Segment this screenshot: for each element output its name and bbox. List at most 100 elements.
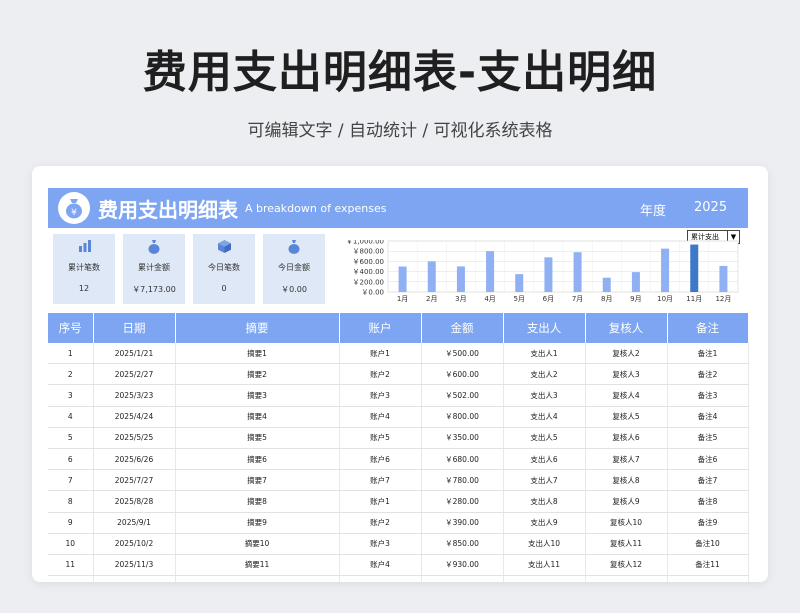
- table-cell[interactable]: ￥780.00: [421, 469, 504, 492]
- table-cell[interactable]: 支出人2: [503, 363, 586, 386]
- column-header[interactable]: 支出人: [503, 313, 586, 343]
- column-header[interactable]: 复核人: [585, 313, 668, 343]
- table-cell[interactable]: 摘要2: [175, 363, 340, 386]
- table-cell[interactable]: ￥930.00: [421, 554, 504, 577]
- column-header[interactable]: 金额: [421, 313, 504, 343]
- table-cell[interactable]: 支出人6: [503, 448, 586, 471]
- table-cell[interactable]: 11: [48, 554, 94, 577]
- table-cell[interactable]: 5: [48, 427, 94, 449]
- year-value[interactable]: 2025: [694, 200, 727, 215]
- table-cell[interactable]: ￥502.00: [421, 384, 504, 407]
- table-cell[interactable]: 2025/5/25: [93, 427, 176, 449]
- table-row[interactable]: 9 2025/9/1 摘要9 账户2 ￥390.00 支出人9 复核人10 备注9: [48, 512, 749, 534]
- table-cell[interactable]: 复核人8: [585, 469, 668, 492]
- table-cell[interactable]: ￥680.00: [421, 448, 504, 471]
- table-cell[interactable]: 摘要9: [175, 512, 340, 534]
- table-row[interactable]: 3 2025/3/23 摘要3 账户3 ￥502.00 支出人3 复核人4 备注3: [48, 384, 749, 407]
- column-header[interactable]: 摘要: [175, 313, 340, 343]
- table-cell[interactable]: 账户6: [339, 448, 422, 471]
- table-cell[interactable]: ￥350.00: [421, 427, 504, 449]
- table-cell[interactable]: 支出人4: [503, 406, 586, 428]
- table-cell[interactable]: 账户4: [339, 406, 422, 428]
- table-row[interactable]: 2 2025/2/27 摘要2 账户2 ￥600.00 支出人2 复核人3 备注2: [48, 363, 749, 386]
- column-header[interactable]: 账户: [339, 313, 422, 343]
- table-cell[interactable]: 账户5: [339, 427, 422, 449]
- table-cell[interactable]: 2: [48, 363, 94, 386]
- table-cell[interactable]: 账户7: [339, 469, 422, 492]
- table-row[interactable]: 8 2025/8/28 摘要8 账户1 ￥280.00 支出人8 复核人9 备注8: [48, 490, 749, 513]
- table-cell[interactable]: 复核人2: [585, 343, 668, 365]
- table-cell[interactable]: 备注3: [667, 384, 749, 407]
- table-cell[interactable]: 2025/8/28: [93, 490, 176, 513]
- table-cell[interactable]: 账户1: [339, 490, 422, 513]
- table-row[interactable]: 11 2025/11/3 摘要11 账户4 ￥930.00 支出人11 复核人12 备注11: [48, 554, 749, 577]
- table-cell[interactable]: 10: [48, 533, 94, 555]
- table-cell[interactable]: ￥800.00: [421, 406, 504, 428]
- table-cell[interactable]: 8: [48, 490, 94, 513]
- table-cell[interactable]: 复核人11: [585, 533, 668, 555]
- table-cell[interactable]: ￥280.00: [421, 490, 504, 513]
- table-cell[interactable]: 摘要12: [175, 575, 340, 582]
- table-cell[interactable]: 摘要1: [175, 343, 340, 365]
- table-cell[interactable]: 7: [48, 469, 94, 492]
- table-cell[interactable]: 支出人1: [503, 343, 586, 365]
- table-cell[interactable]: 支出人9: [503, 512, 586, 534]
- table-cell[interactable]: 支出人3: [503, 384, 586, 407]
- table-cell[interactable]: 复核人12: [585, 554, 668, 577]
- table-cell[interactable]: 2025/7/27: [93, 469, 176, 492]
- table-cell[interactable]: 备注2: [667, 363, 749, 386]
- table-cell[interactable]: 2025/6/26: [93, 448, 176, 471]
- column-header[interactable]: 备注: [667, 313, 749, 343]
- table-cell[interactable]: 复核人9: [585, 490, 668, 513]
- table-cell[interactable]: 9: [48, 512, 94, 534]
- table-cell[interactable]: 摘要10: [175, 533, 340, 555]
- table-cell[interactable]: 账户3: [339, 384, 422, 407]
- table-cell[interactable]: 备注12: [667, 575, 749, 582]
- table-cell[interactable]: 复核人5: [585, 406, 668, 428]
- table-cell[interactable]: 复核人3: [585, 363, 668, 386]
- table-cell[interactable]: 复核人13: [585, 575, 668, 582]
- table-cell[interactable]: 账户5: [339, 575, 422, 582]
- table-cell[interactable]: 摘要8: [175, 490, 340, 513]
- table-cell[interactable]: 2025/11/3: [93, 554, 176, 577]
- table-cell[interactable]: ￥600.00: [421, 363, 504, 386]
- table-cell[interactable]: 支出人12: [503, 575, 586, 582]
- table-cell[interactable]: 摘要4: [175, 406, 340, 428]
- table-cell[interactable]: 备注6: [667, 448, 749, 471]
- table-row[interactable]: 5 2025/5/25 摘要5 账户5 ￥350.00 支出人5 复核人6 备注5: [48, 427, 749, 449]
- table-cell[interactable]: 备注10: [667, 533, 749, 555]
- table-cell[interactable]: 账户2: [339, 363, 422, 386]
- table-cell[interactable]: 备注4: [667, 406, 749, 428]
- table-cell[interactable]: 备注11: [667, 554, 749, 577]
- table-cell[interactable]: 备注7: [667, 469, 749, 492]
- table-cell[interactable]: 摘要6: [175, 448, 340, 471]
- table-row[interactable]: 10 2025/10/2 摘要10 账户3 ￥850.00 支出人10 复核人11 备注10: [48, 533, 749, 555]
- table-cell[interactable]: 复核人10: [585, 512, 668, 534]
- table-cell[interactable]: 2025/1/21: [93, 343, 176, 365]
- table-cell[interactable]: 账户1: [339, 343, 422, 365]
- table-cell[interactable]: 3: [48, 384, 94, 407]
- table-cell[interactable]: 支出人7: [503, 469, 586, 492]
- table-row[interactable]: 6 2025/6/26 摘要6 账户6 ￥680.00 支出人6 复核人7 备注6: [48, 448, 749, 471]
- column-header[interactable]: 序号: [48, 313, 94, 343]
- table-cell[interactable]: 备注1: [667, 343, 749, 365]
- table-cell[interactable]: 复核人4: [585, 384, 668, 407]
- table-cell[interactable]: ￥850.00: [421, 533, 504, 555]
- table-cell[interactable]: 12: [48, 575, 94, 582]
- table-cell[interactable]: 账户3: [339, 533, 422, 555]
- table-cell[interactable]: 支出人11: [503, 554, 586, 577]
- table-cell[interactable]: 摘要7: [175, 469, 340, 492]
- table-cell[interactable]: 2025/2/27: [93, 363, 176, 386]
- table-row[interactable]: 122025/12/4摘要12账户5￥511.00支出人12复核人13备注12: [48, 575, 749, 582]
- table-cell[interactable]: 账户2: [339, 512, 422, 534]
- table-cell[interactable]: 账户4: [339, 554, 422, 577]
- table-cell[interactable]: 摘要11: [175, 554, 340, 577]
- table-cell[interactable]: 摘要3: [175, 384, 340, 407]
- table-row[interactable]: 1 2025/1/21 摘要1 账户1 ￥500.00 支出人1 复核人2 备注1: [48, 343, 749, 365]
- table-cell[interactable]: 支出人10: [503, 533, 586, 555]
- table-cell[interactable]: 摘要5: [175, 427, 340, 449]
- table-row[interactable]: 4 2025/4/24 摘要4 账户4 ￥800.00 支出人4 复核人5 备注4: [48, 406, 749, 428]
- table-cell[interactable]: 2025/12/4: [93, 575, 176, 582]
- table-cell[interactable]: ￥500.00: [421, 343, 504, 365]
- table-cell[interactable]: 复核人7: [585, 448, 668, 471]
